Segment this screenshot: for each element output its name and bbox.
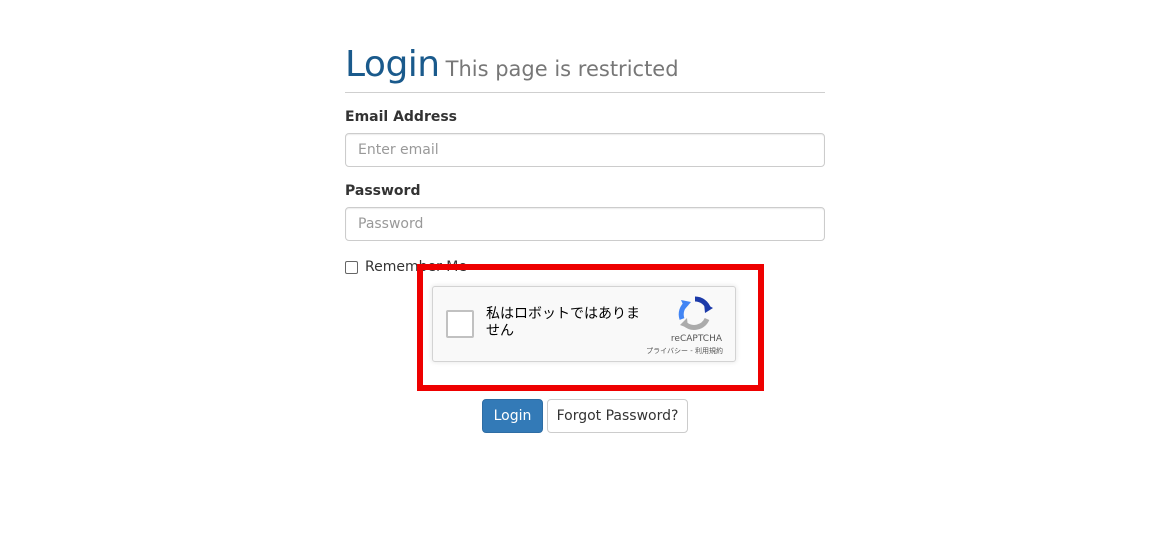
password-field[interactable]: [345, 207, 825, 241]
login-button[interactable]: Login: [482, 399, 543, 433]
page-subtitle: This page is restricted: [445, 57, 679, 81]
recaptcha-label: 私はロボットではありません: [486, 306, 640, 339]
login-page: Login This page is restricted Email Addre…: [0, 0, 1170, 533]
recaptcha-checkbox[interactable]: [446, 310, 474, 338]
recaptcha-logo-icon: [678, 296, 713, 330]
recaptcha-widget: 私はロボットではありません reCAPTCHA プライバシー - 利用規約: [432, 286, 736, 362]
page-header: Login This page is restricted: [345, 44, 825, 93]
email-label: Email Address: [345, 109, 458, 125]
email-field[interactable]: [345, 133, 825, 167]
recaptcha-privacy-terms-links[interactable]: プライバシー - 利用規約: [646, 346, 723, 356]
page-title: Login: [345, 44, 440, 85]
remember-me-checkbox[interactable]: [345, 260, 358, 274]
forgot-password-button[interactable]: Forgot Password?: [547, 399, 688, 433]
password-label: Password: [345, 183, 421, 199]
recaptcha-brand: reCAPTCHA: [670, 334, 722, 344]
